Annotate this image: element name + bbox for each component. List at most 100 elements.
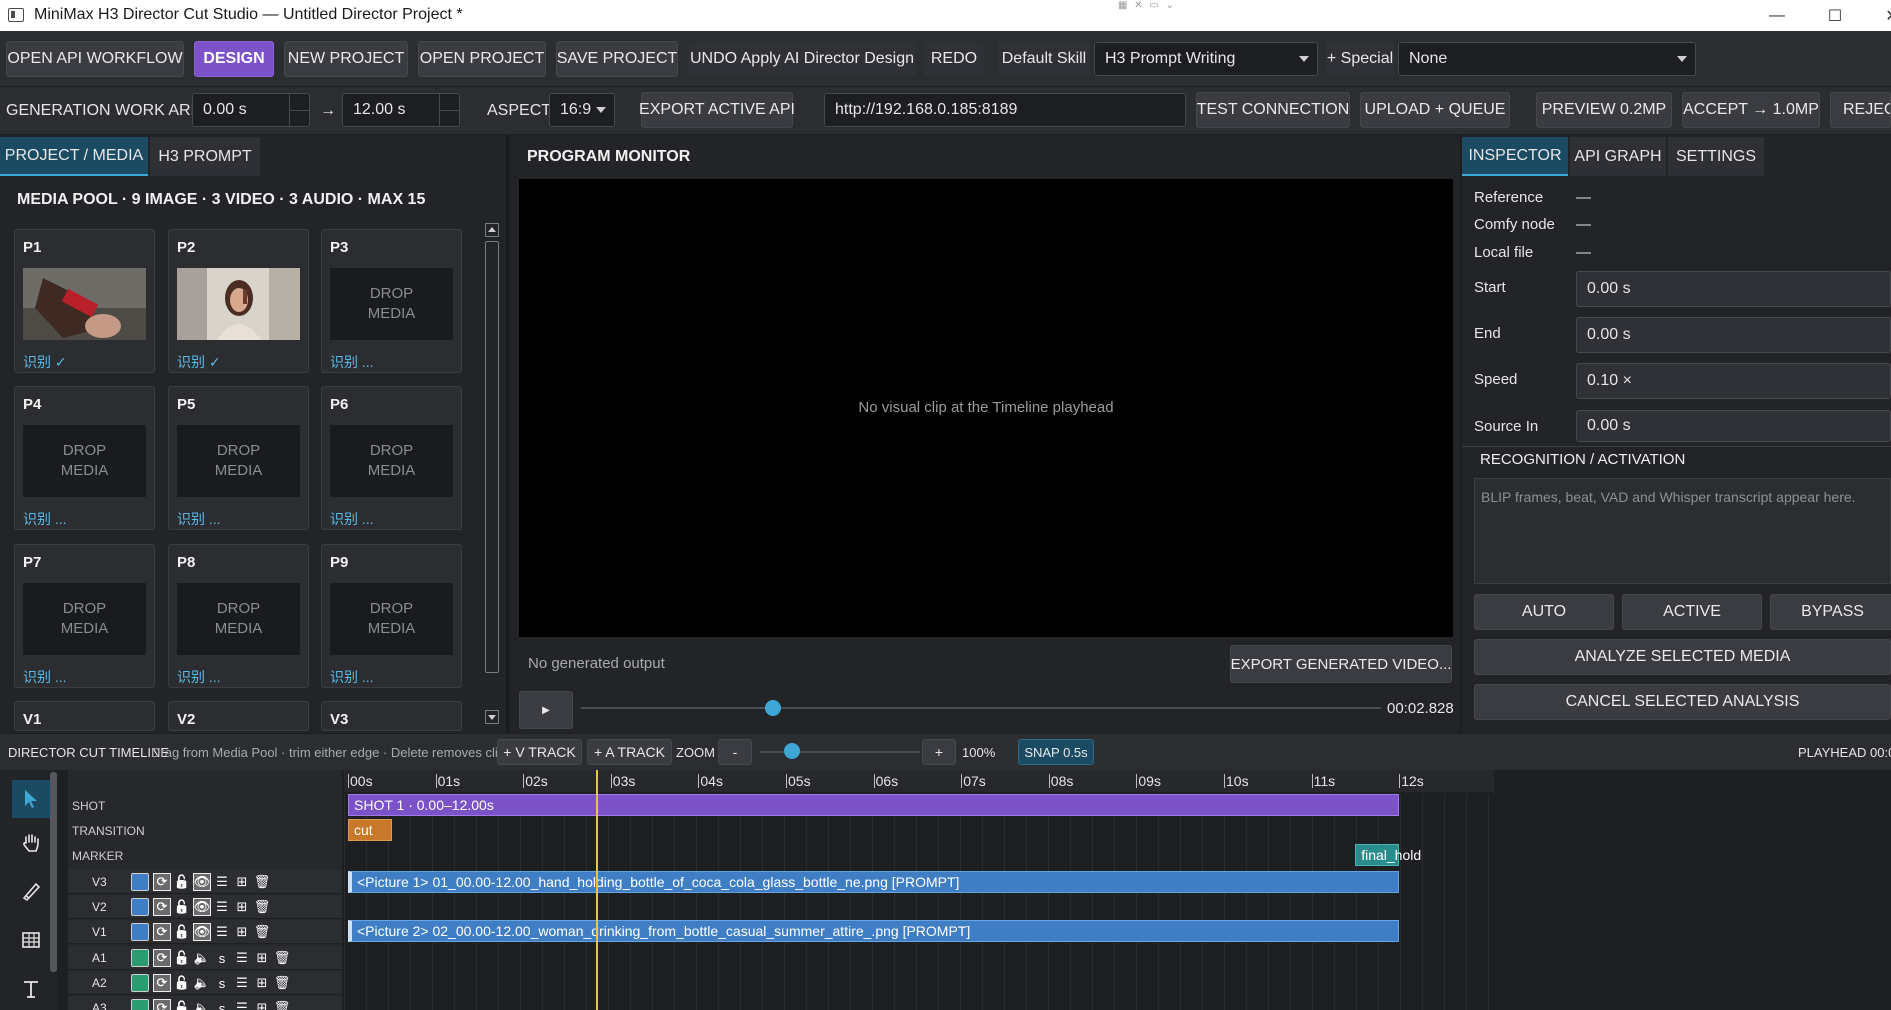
media-card[interactable]: P9 DROP MEDIA 识别 ... bbox=[321, 544, 462, 688]
adjust-icon[interactable]: ☰ bbox=[233, 949, 251, 967]
solo-icon[interactable]: s bbox=[213, 974, 231, 992]
scrub-handle[interactable] bbox=[765, 700, 781, 716]
active-button[interactable]: ACTIVE bbox=[1622, 594, 1762, 630]
speed-field[interactable]: 0.10 × bbox=[1576, 363, 1891, 399]
reject-button[interactable]: REJECT bbox=[1830, 92, 1891, 128]
export-generated-video-button[interactable]: EXPORT GENERATED VIDEO... bbox=[1230, 645, 1452, 683]
trash-icon[interactable]: 🗑 bbox=[273, 999, 291, 1010]
scroll-down-icon[interactable] bbox=[485, 710, 499, 724]
razor-icon[interactable] bbox=[12, 872, 50, 910]
sync-icon[interactable]: ⟳ bbox=[153, 873, 171, 891]
skill-select[interactable]: H3 Prompt Writing bbox=[1094, 42, 1318, 76]
media-card[interactable]: P5 DROP MEDIA 识别 ... bbox=[168, 386, 309, 530]
track-color-swatch[interactable] bbox=[131, 923, 149, 941]
close-icon[interactable]: ✕ bbox=[1862, 0, 1891, 31]
add-icon[interactable]: ⊞ bbox=[233, 898, 251, 916]
mute-icon[interactable]: 🔈 bbox=[193, 974, 211, 992]
upload-queue-button[interactable]: UPLOAD + QUEUE bbox=[1360, 92, 1510, 128]
sync-icon[interactable]: ⟳ bbox=[153, 999, 171, 1010]
save-project-button[interactable]: SAVE PROJECT bbox=[556, 41, 678, 77]
track-color-swatch[interactable] bbox=[131, 898, 149, 916]
track-color-swatch[interactable] bbox=[131, 873, 149, 891]
media-card[interactable]: P3 DROP MEDIA 识别 ... bbox=[321, 229, 462, 373]
sync-icon[interactable]: ⟳ bbox=[153, 898, 171, 916]
recognition-output[interactable]: BLIP frames, beat, VAD and Whisper trans… bbox=[1474, 478, 1891, 584]
track-color-swatch[interactable] bbox=[131, 999, 149, 1010]
sync-icon[interactable]: ⟳ bbox=[153, 974, 171, 992]
scroll-up-icon[interactable] bbox=[485, 223, 499, 237]
tool-scrollbar[interactable] bbox=[50, 772, 57, 972]
undo-button[interactable]: UNDO Apply AI Director Design bbox=[688, 41, 916, 77]
tab-inspector[interactable]: INSPECTOR bbox=[1462, 137, 1568, 176]
zoom-in-button[interactable]: + bbox=[922, 739, 956, 765]
gen-end-field[interactable]: 12.00 s bbox=[342, 93, 460, 127]
lock-icon[interactable]: 🔓 bbox=[173, 974, 191, 992]
sync-icon[interactable]: ⟳ bbox=[153, 949, 171, 967]
trash-icon[interactable]: 🗑 bbox=[253, 898, 271, 916]
lock-icon[interactable]: 🔓 bbox=[173, 923, 191, 941]
auto-button[interactable]: AUTO bbox=[1474, 594, 1614, 630]
open-api-workflow-button[interactable]: OPEN API WORKFLOW bbox=[6, 41, 184, 77]
eye-icon[interactable]: 👁 bbox=[193, 898, 211, 916]
aspect-select[interactable]: 16:9 bbox=[549, 93, 615, 127]
tab-project-media[interactable]: PROJECT / MEDIA bbox=[0, 137, 148, 176]
zoom-out-button[interactable]: - bbox=[718, 739, 752, 765]
mute-icon[interactable]: 🔈 bbox=[193, 999, 211, 1010]
end-field[interactable]: 0.00 s bbox=[1576, 317, 1891, 353]
redo-button[interactable]: REDO bbox=[924, 41, 984, 77]
text-icon[interactable] bbox=[12, 970, 50, 1008]
lock-icon[interactable]: 🔓 bbox=[173, 898, 191, 916]
server-url-input[interactable]: http://192.168.0.185:8189 bbox=[824, 93, 1186, 127]
zoom-slider-handle[interactable] bbox=[784, 743, 800, 759]
grid-icon[interactable] bbox=[12, 921, 50, 959]
analyze-selected-media-button[interactable]: ANALYZE SELECTED MEDIA bbox=[1474, 639, 1891, 675]
solo-icon[interactable]: s bbox=[213, 999, 231, 1010]
adjust-icon[interactable]: ☰ bbox=[213, 923, 231, 941]
eye-icon[interactable]: 👁 bbox=[193, 923, 211, 941]
open-project-button[interactable]: OPEN PROJECT bbox=[418, 41, 546, 77]
transition-clip[interactable]: cut bbox=[348, 819, 392, 841]
start-field[interactable]: 0.00 s bbox=[1576, 271, 1891, 307]
trash-icon[interactable]: 🗑 bbox=[273, 974, 291, 992]
accept-button[interactable]: ACCEPT → 1.0MP bbox=[1682, 92, 1820, 128]
trash-icon[interactable]: 🗑 bbox=[253, 923, 271, 941]
trash-icon[interactable]: 🗑 bbox=[253, 873, 271, 891]
track-color-swatch[interactable] bbox=[131, 974, 149, 992]
add-a-track-button[interactable]: + A TRACK bbox=[587, 739, 672, 765]
media-card[interactable]: V3 bbox=[321, 701, 462, 731]
v3-clip[interactable]: <Picture 1> 01_00.00-12.00_hand_holding_… bbox=[348, 871, 1400, 893]
minimize-icon[interactable]: — bbox=[1747, 0, 1807, 31]
media-card[interactable]: P7 DROP MEDIA 识别 ... bbox=[14, 544, 155, 688]
scrub-track[interactable] bbox=[581, 707, 1381, 709]
preview-button[interactable]: PREVIEW 0.2MP bbox=[1536, 92, 1672, 128]
lock-icon[interactable]: 🔓 bbox=[173, 949, 191, 967]
adjust-icon[interactable]: ☰ bbox=[213, 898, 231, 916]
lock-icon[interactable]: 🔓 bbox=[173, 873, 191, 891]
v1-clip[interactable]: <Picture 2> 02_00.00-12.00_woman_drinkin… bbox=[348, 920, 1400, 942]
export-active-api-button[interactable]: EXPORT ACTIVE API bbox=[639, 92, 795, 128]
add-icon[interactable]: ⊞ bbox=[233, 873, 251, 891]
test-connection-button[interactable]: TEST CONNECTION bbox=[1196, 92, 1350, 128]
hand-icon[interactable] bbox=[12, 824, 50, 862]
tab-h3-prompt[interactable]: H3 PROMPT bbox=[150, 137, 260, 176]
monitor-viewport[interactable]: No visual clip at the Timeline playhead bbox=[519, 179, 1453, 637]
gen-start-field[interactable]: 0.00 s bbox=[192, 93, 310, 127]
source-in-field[interactable]: 0.00 s bbox=[1576, 410, 1891, 442]
new-project-button[interactable]: NEW PROJECT bbox=[284, 41, 408, 77]
lock-icon[interactable]: 🔓 bbox=[173, 999, 191, 1010]
eye-icon[interactable]: 👁 bbox=[193, 873, 211, 891]
media-card[interactable]: P4 DROP MEDIA 识别 ... bbox=[14, 386, 155, 530]
add-icon[interactable]: ⊞ bbox=[253, 999, 271, 1010]
maximize-icon[interactable]: ☐ bbox=[1805, 0, 1865, 31]
adjust-icon[interactable]: ☰ bbox=[233, 974, 251, 992]
special-select[interactable]: None bbox=[1398, 42, 1696, 76]
design-button[interactable]: DESIGN bbox=[194, 41, 274, 77]
pointer-icon[interactable] bbox=[12, 780, 50, 818]
media-card[interactable]: V1 bbox=[14, 701, 155, 731]
play-button[interactable]: ▶ bbox=[519, 691, 573, 729]
adjust-icon[interactable]: ☰ bbox=[213, 873, 231, 891]
media-card[interactable]: P1 识别 ✓ bbox=[14, 229, 155, 373]
media-card[interactable]: V2 bbox=[168, 701, 309, 731]
add-icon[interactable]: ⊞ bbox=[233, 923, 251, 941]
tab-api-graph[interactable]: API GRAPH bbox=[1570, 137, 1666, 176]
